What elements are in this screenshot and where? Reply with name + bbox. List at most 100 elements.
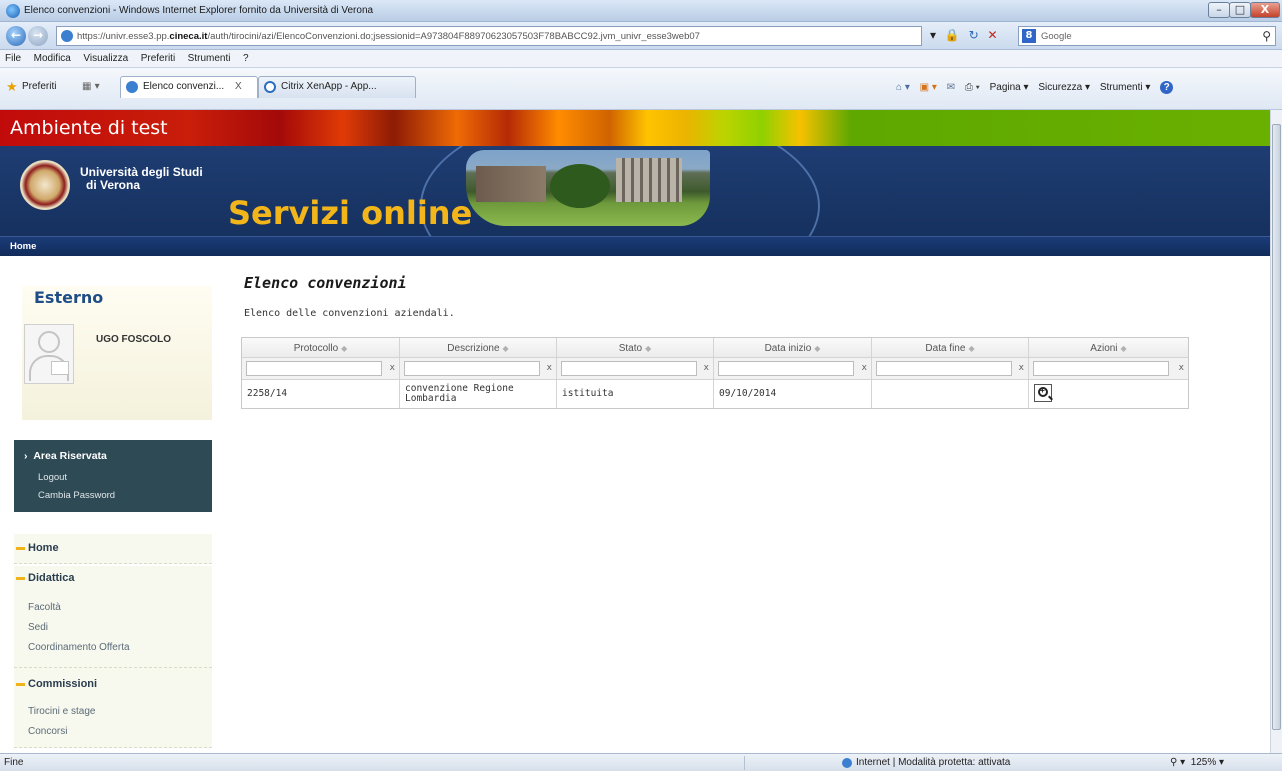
- close-window-button[interactable]: X: [1250, 2, 1280, 18]
- service-title: Servizi online: [228, 194, 473, 232]
- column-header-data-inizio[interactable]: Data inizio ◆: [714, 338, 872, 357]
- column-header-descrizione[interactable]: Descrizione ◆: [400, 338, 557, 357]
- vertical-scrollbar[interactable]: [1270, 110, 1282, 753]
- zoom-in-icon: [1038, 386, 1048, 397]
- avatar: [24, 324, 74, 384]
- breadcrumb: Home: [0, 236, 1270, 256]
- menu-bar: File Modifica Visualizza Preferiti Strum…: [0, 50, 1282, 68]
- page-menu-button[interactable]: Pagina ▾: [990, 82, 1029, 93]
- mail-icon[interactable]: ✉: [947, 82, 955, 93]
- filter-data-fine-input[interactable]: [876, 361, 1012, 376]
- status-separators: [744, 756, 836, 770]
- table-row: 2258/14 convenzione Regione Lombardia is…: [242, 380, 1188, 408]
- maximize-button[interactable]: □: [1229, 2, 1251, 18]
- menu-coordinamento-link[interactable]: Coordinamento Offerta: [28, 642, 130, 653]
- tab-elenco-convenzioni[interactable]: Elenco convenzi... X: [120, 76, 258, 98]
- menu-commissioni-link[interactable]: Commissioni: [14, 672, 212, 696]
- menu-help[interactable]: ?: [238, 50, 253, 64]
- clear-filter-icon[interactable]: x: [1179, 363, 1184, 373]
- menu-visualizza[interactable]: Visualizza: [78, 50, 132, 64]
- menu-strumenti[interactable]: Strumenti: [183, 50, 235, 64]
- site-favicon-icon: [61, 30, 73, 42]
- view-detail-button[interactable]: [1034, 384, 1052, 402]
- change-password-link[interactable]: Cambia Password: [38, 490, 115, 501]
- url-text: https://univr.esse3.pp.cineca.it/auth/ti…: [77, 31, 700, 42]
- globe-icon: [842, 758, 852, 768]
- forward-button[interactable]: →: [28, 26, 48, 46]
- tab-favicon-icon: [264, 81, 276, 93]
- column-header-protocollo[interactable]: Protocollo ◆: [242, 338, 400, 357]
- clear-filter-icon[interactable]: x: [862, 363, 867, 373]
- site-header: Università degli Studi di Verona Servizi…: [0, 146, 1270, 236]
- quick-tabs-icon[interactable]: ▦ ▾: [82, 81, 100, 92]
- tab-citrix-xenapp[interactable]: Citrix XenApp - App...: [258, 76, 416, 98]
- campus-photo: [466, 150, 710, 226]
- menu-didattica-link[interactable]: Didattica: [14, 566, 212, 590]
- security-menu-button[interactable]: Sicurezza ▾: [1038, 82, 1090, 93]
- university-name: Università degli Studi di Verona: [80, 165, 203, 192]
- print-icon[interactable]: ⎙ ▾: [965, 82, 980, 93]
- status-text: Fine: [4, 757, 24, 768]
- ie-logo-icon: [6, 4, 20, 18]
- search-input[interactable]: 8 Google ⚲: [1018, 26, 1276, 46]
- environment-title: Ambiente di test: [10, 117, 168, 139]
- favorites-button[interactable]: Preferiti: [22, 81, 56, 92]
- menu-tirocini-link[interactable]: Tirocini e stage: [28, 706, 95, 717]
- zoom-level-icon: ⚲ ▾: [1170, 757, 1191, 768]
- menu-section-home: Home: [14, 534, 212, 564]
- tools-menu-button[interactable]: Strumenti ▾: [1100, 82, 1151, 93]
- filter-azioni-input[interactable]: [1033, 361, 1169, 376]
- address-dropdown-icon[interactable]: ▾: [930, 28, 936, 42]
- feed-icon[interactable]: ▣ ▾: [920, 82, 937, 93]
- filter-descrizione-input[interactable]: [404, 361, 540, 376]
- home-icon[interactable]: ⌂ ▾: [896, 82, 910, 93]
- sort-icon: ◆: [645, 344, 652, 353]
- refresh-button[interactable]: ↻: [969, 28, 979, 42]
- address-input[interactable]: https://univr.esse3.pp.cineca.it/auth/ti…: [56, 26, 922, 46]
- menu-sedi-link[interactable]: Sedi: [28, 622, 48, 633]
- zoom-control[interactable]: ⚲ ▾ 125% ▾: [1170, 757, 1224, 768]
- column-header-data-fine[interactable]: Data fine ◆: [872, 338, 1029, 357]
- menu-facolta-link[interactable]: Facoltà: [28, 602, 61, 613]
- menu-modifica[interactable]: Modifica: [29, 50, 75, 64]
- reserved-area-title[interactable]: › Area Riservata: [24, 450, 107, 462]
- address-toolbar: ← → https://univr.esse3.pp.cineca.it/aut…: [0, 22, 1282, 50]
- logout-link[interactable]: Logout: [38, 472, 67, 483]
- stop-button[interactable]: ✕: [988, 28, 998, 42]
- menu-concorsi-link[interactable]: Concorsi: [28, 726, 67, 737]
- minimize-button[interactable]: –: [1208, 2, 1230, 18]
- cell-protocollo: 2258/14: [242, 380, 400, 408]
- search-icon[interactable]: ⚲: [1262, 29, 1271, 43]
- clear-filter-icon[interactable]: x: [547, 363, 552, 373]
- address-actions: ▾ 🔒 ↻ ✕: [930, 28, 1003, 42]
- environment-banner: Ambiente di test: [0, 110, 1270, 146]
- menu-preferiti[interactable]: Preferiti: [136, 50, 179, 64]
- command-bar: ⌂ ▾ ▣ ▾ ✉ ⎙ ▾ Pagina ▾ Sicurezza ▾ Strum…: [896, 81, 1180, 94]
- column-header-azioni[interactable]: Azioni ◆: [1029, 338, 1188, 357]
- tab-close-button[interactable]: X: [235, 81, 242, 92]
- menu-file[interactable]: File: [0, 50, 25, 64]
- scrollbar-thumb[interactable]: [1272, 124, 1281, 730]
- back-button[interactable]: ←: [6, 26, 26, 46]
- help-icon[interactable]: ?: [1160, 81, 1174, 94]
- clear-filter-icon[interactable]: x: [704, 363, 709, 373]
- filter-stato-input[interactable]: [561, 361, 697, 376]
- filter-protocollo-input[interactable]: [246, 361, 382, 376]
- sort-icon: ◆: [502, 344, 509, 353]
- clear-filter-icon[interactable]: x: [1019, 363, 1024, 373]
- security-zone-text[interactable]: Internet | Modalità protetta: attivata: [856, 757, 1010, 768]
- conventions-table: Protocollo ◆ Descrizione ◆ Stato ◆ Data ini…: [241, 337, 1189, 409]
- tab-label: Citrix XenApp - App...: [281, 81, 377, 92]
- breadcrumb-home-link[interactable]: Home: [10, 241, 36, 252]
- table-header: Protocollo ◆ Descrizione ◆ Stato ◆ Data ini…: [242, 338, 1188, 358]
- lock-icon[interactable]: 🔒: [945, 28, 960, 42]
- favorites-star-icon[interactable]: ★: [6, 80, 18, 95]
- tab-label: Elenco convenzi...: [143, 81, 225, 92]
- filter-data-inizio-input[interactable]: [718, 361, 854, 376]
- user-role-title: Esterno: [34, 288, 104, 307]
- clear-filter-icon[interactable]: x: [390, 363, 395, 373]
- window-title: Elenco convenzioni - Windows Internet Ex…: [24, 5, 374, 16]
- column-header-stato[interactable]: Stato ◆: [557, 338, 714, 357]
- cell-data-inizio: 09/10/2014: [714, 380, 872, 408]
- menu-home-link[interactable]: Home: [14, 536, 212, 560]
